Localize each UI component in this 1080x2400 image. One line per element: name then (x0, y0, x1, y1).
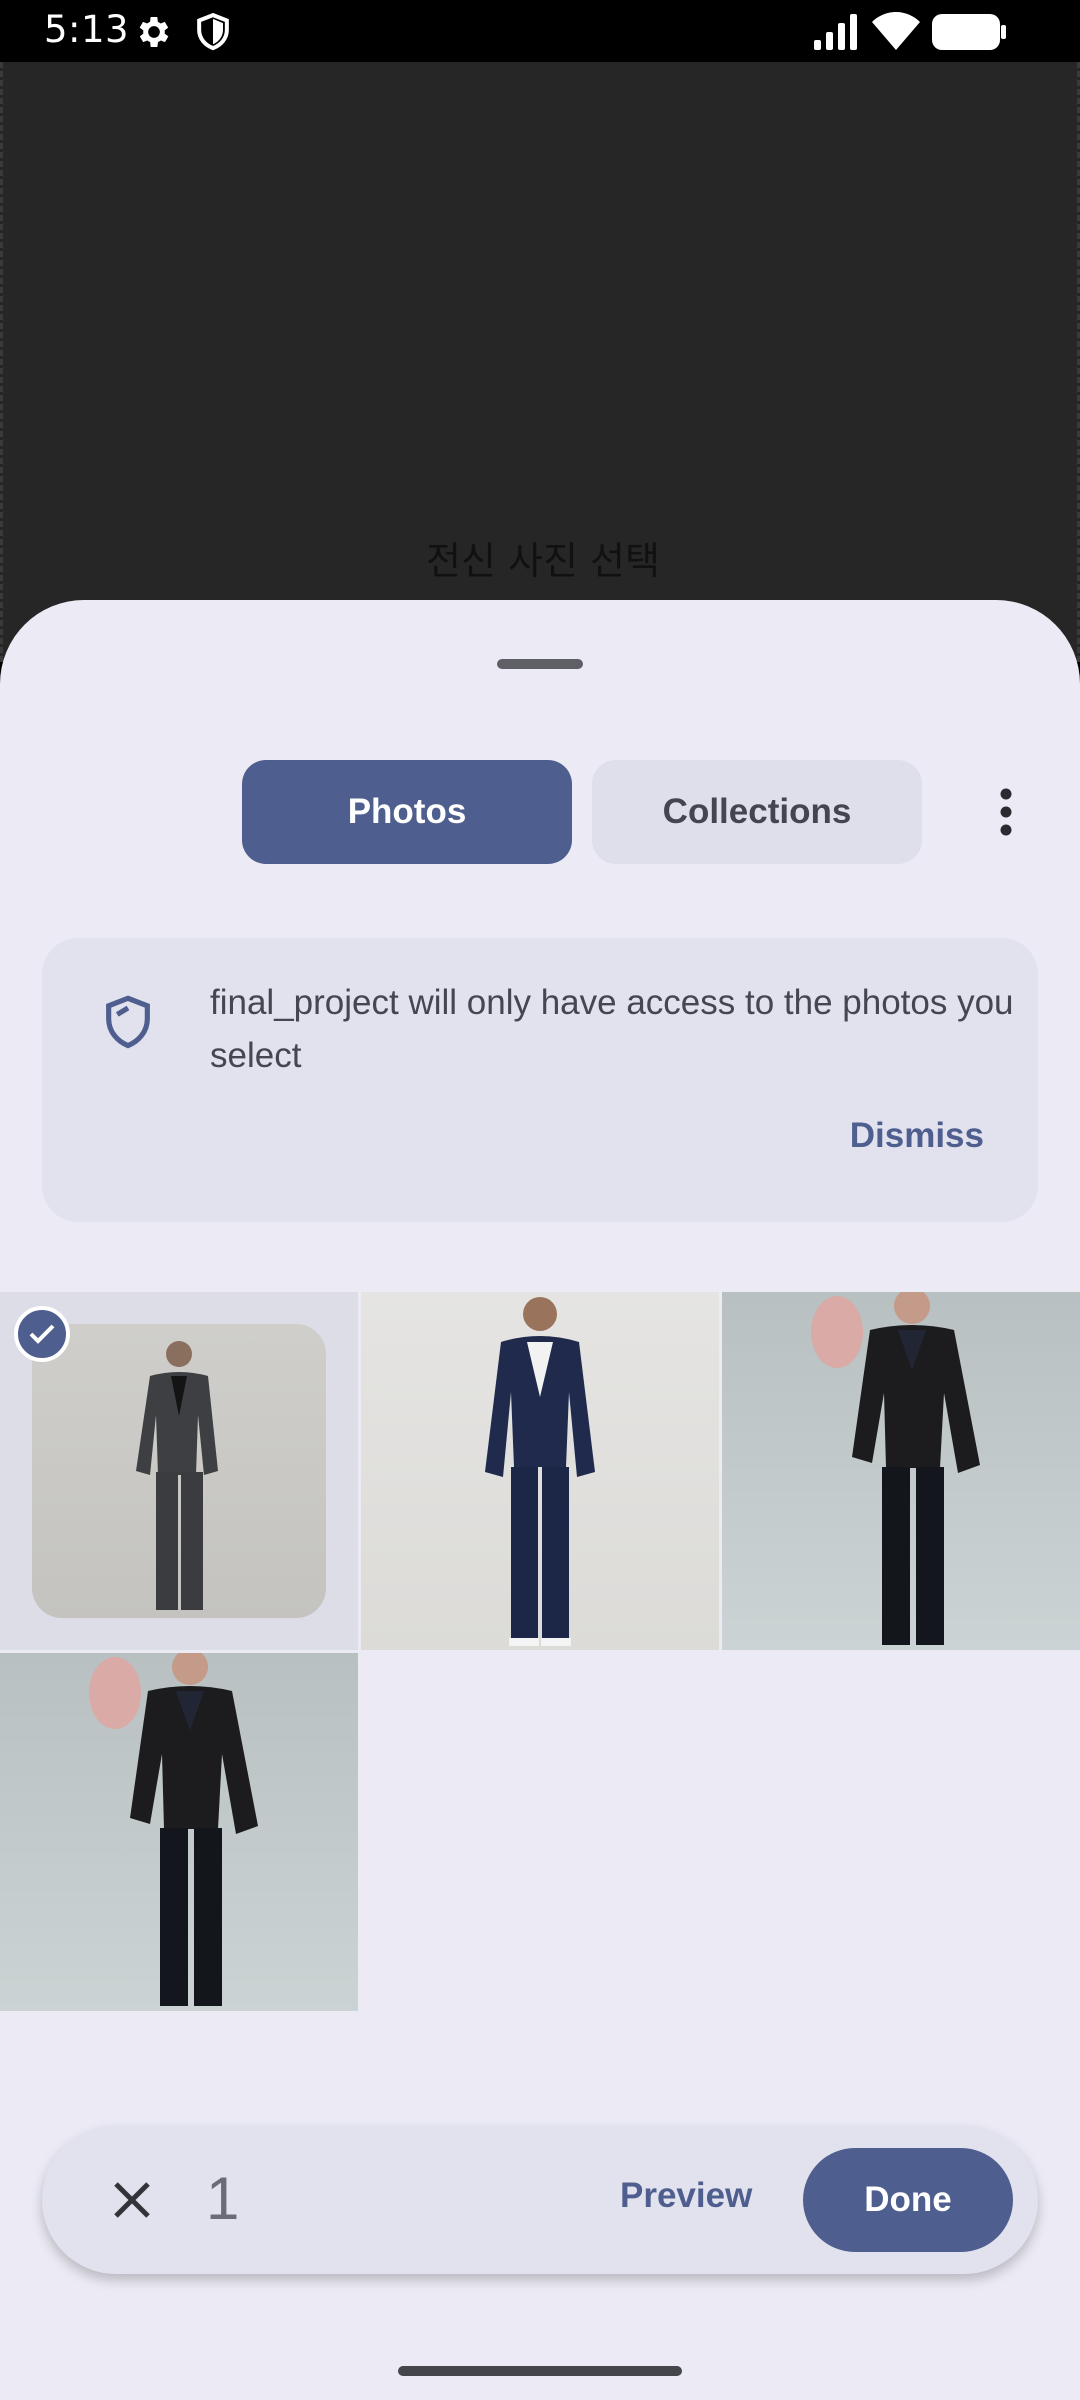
done-button[interactable]: Done (803, 2148, 1013, 2252)
access-banner: final_project will only have access to t… (42, 938, 1038, 1222)
dismiss-button[interactable]: Dismiss (850, 1116, 984, 1156)
status-time: 5:13 (44, 8, 130, 51)
photo-thumbnail-navy-suit[interactable] (361, 1292, 719, 1650)
background-app-title: 전신 사진 선택 (426, 539, 660, 583)
photo-picker-sheet: Photos Collections final_project will on… (0, 600, 1080, 2400)
selected-count: 1 (206, 2165, 240, 2232)
signal-icon (814, 14, 857, 50)
background-app: 전신 사진 선택 (0, 62, 1080, 662)
selection-action-bar: 1 Preview Done (42, 2126, 1038, 2274)
gesture-handle[interactable] (398, 2366, 682, 2376)
status-bar: 5:13 (0, 0, 1080, 62)
tab-collections[interactable]: Collections (592, 760, 922, 864)
selected-check-icon (14, 1306, 70, 1362)
suit-figure-image (89, 1653, 258, 2006)
battery-icon (932, 14, 1006, 50)
gear-icon (139, 17, 169, 47)
shield-icon (197, 12, 229, 51)
photo-thumbnail-charcoal-suit[interactable] (0, 1292, 358, 1650)
more-options-button[interactable] (980, 780, 1032, 844)
wifi-icon (872, 12, 920, 50)
preview-button[interactable]: Preview (620, 2176, 752, 2216)
shield-icon (106, 995, 150, 1049)
suit-figure-image (811, 1292, 980, 1645)
access-banner-message: final_project will only have access to t… (210, 983, 1014, 1075)
close-icon[interactable] (104, 2172, 160, 2228)
tab-photos[interactable]: Photos (242, 760, 572, 864)
more-vert-icon (1000, 788, 1012, 836)
photo-thumbnail-black-blazer-2[interactable] (0, 1653, 358, 2011)
photo-image (32, 1324, 326, 1618)
suit-figure-image (485, 1297, 595, 1646)
suit-figure-image (136, 1341, 218, 1610)
photo-thumbnail-black-blazer[interactable] (722, 1292, 1080, 1650)
drag-handle[interactable] (497, 659, 583, 669)
